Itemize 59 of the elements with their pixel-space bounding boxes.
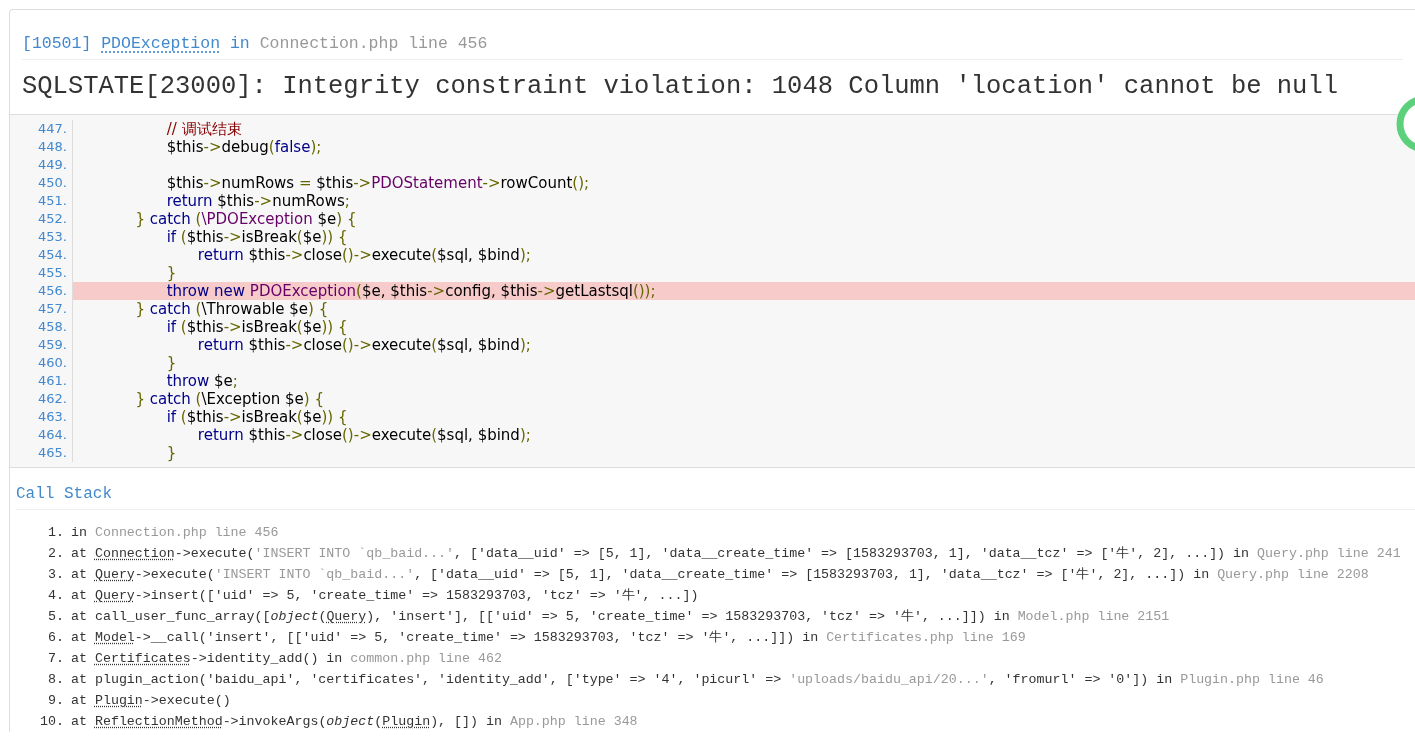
- stack-number: 10.: [40, 714, 64, 729]
- stack-number: 8.: [48, 672, 64, 687]
- line-number: 464.: [38, 427, 67, 442]
- stack-number: 6.: [48, 630, 64, 645]
- code-line: if ($this->isBreak($e)) {: [165, 318, 349, 336]
- stack-entry: at Model->__call('insert', [['uid' => 5, 'create_time' => 1583293703, 'tcz' => '牛', ...]]) in Certificates.php line 169: [71, 629, 1026, 647]
- code-line: throw $e;: [165, 372, 239, 390]
- stack-entry: at plugin_action('baidu_api', 'certificates', 'identity_add', ['type' => '4', 'picurl' => 'uploads/baidu_api/20...', 'fromurl' => '0']) in Plugin.php line 46: [71, 671, 1324, 689]
- code-line: // 调试结束: [165, 120, 243, 138]
- error-message: SQLSTATE[23000]: Integrity constraint violation: 1048 Column 'location' cannot be null: [22, 71, 1339, 103]
- stack-entry: at Query->execute('INSERT INTO `qb_baid...', ['data__uid' => [5, 1], 'data__create_time' => [1583293703, 1], 'data__tcz' => ['牛', 2], ...]) in Query.php line 2208: [71, 566, 1369, 584]
- line-number: 447.: [38, 121, 67, 136]
- code-line: }: [165, 444, 178, 462]
- line-number: 450.: [38, 175, 67, 190]
- code-line: } catch (\PDOException $e) {: [134, 210, 358, 228]
- line-number: 458.: [38, 319, 67, 334]
- line-number: 456.: [38, 283, 67, 298]
- code-line: return $this->close()->execute($sql, $bind);: [196, 426, 532, 444]
- stack-number: 9.: [48, 693, 64, 708]
- code-line: } catch (\Exception $e) {: [134, 390, 326, 408]
- code-line: if ($this->isBreak($e)) {: [165, 228, 349, 246]
- code-line: }: [165, 354, 178, 372]
- stack-number: 7.: [48, 651, 64, 666]
- line-number: 448.: [38, 139, 67, 154]
- code-line: return $this->close()->execute($sql, $bind);: [196, 246, 532, 264]
- line-number: 462.: [38, 391, 67, 406]
- line-number: 454.: [38, 247, 67, 262]
- code-line: if ($this->isBreak($e)) {: [165, 408, 349, 426]
- stack-number: 4.: [48, 588, 64, 603]
- stack-entry: at Query->insert(['uid' => 5, 'create_time' => 1583293703, 'tcz' => '牛', ...]): [71, 587, 699, 605]
- code-line: return $this->numRows;: [165, 192, 351, 210]
- code-line: return $this->close()->execute($sql, $bind);: [196, 336, 532, 354]
- line-number: 449.: [38, 157, 67, 172]
- stack-number: 2.: [48, 546, 64, 561]
- code-line: $this->debug(false);: [165, 138, 323, 156]
- stack-entry: at Plugin->execute(): [71, 692, 231, 710]
- exception-heading: [10501] PDOException in Connection.php line 456: [22, 32, 1403, 60]
- line-number: 459.: [38, 337, 67, 352]
- line-number: 463.: [38, 409, 67, 424]
- line-number: 460.: [38, 355, 67, 370]
- line-number: 453.: [38, 229, 67, 244]
- line-number: 465.: [38, 445, 67, 460]
- stack-entry: at ReflectionMethod->invokeArgs(object(Plugin), []) in App.php line 348: [71, 713, 638, 731]
- stack-entry: at Connection->execute('INSERT INTO `qb_baid...', ['data__uid' => [5, 1], 'data__create_time' => [1583293703, 1], 'data__tcz' => ['牛', 2], ...]) in Query.php line 241: [71, 545, 1401, 563]
- stack-number: 5.: [48, 609, 64, 624]
- code-line: } catch (\Throwable $e) {: [134, 300, 330, 318]
- stack-entry: at Certificates->identity_add() in common.php line 462: [71, 650, 502, 668]
- line-number: 461.: [38, 373, 67, 388]
- stack-number: 3.: [48, 567, 64, 582]
- line-number: 451.: [38, 193, 67, 208]
- code-line: }: [165, 264, 178, 282]
- line-number: 455.: [38, 265, 67, 280]
- section-title: Call Stack: [16, 483, 1415, 510]
- line-number: 457.: [38, 301, 67, 316]
- stack-entry: at call_user_func_array([object(Query), 'insert'], [['uid' => 5, 'create_time' => 1583293703, 'tcz' => '牛', ...]]) in Model.php line 2151: [71, 608, 1170, 626]
- stack-number: 1.: [48, 525, 64, 540]
- stack-entry: in Connection.php line 456: [71, 524, 279, 542]
- line-number: 452.: [38, 211, 67, 226]
- code-line: $this->numRows = $this->PDOStatement->rowCount();: [165, 174, 591, 192]
